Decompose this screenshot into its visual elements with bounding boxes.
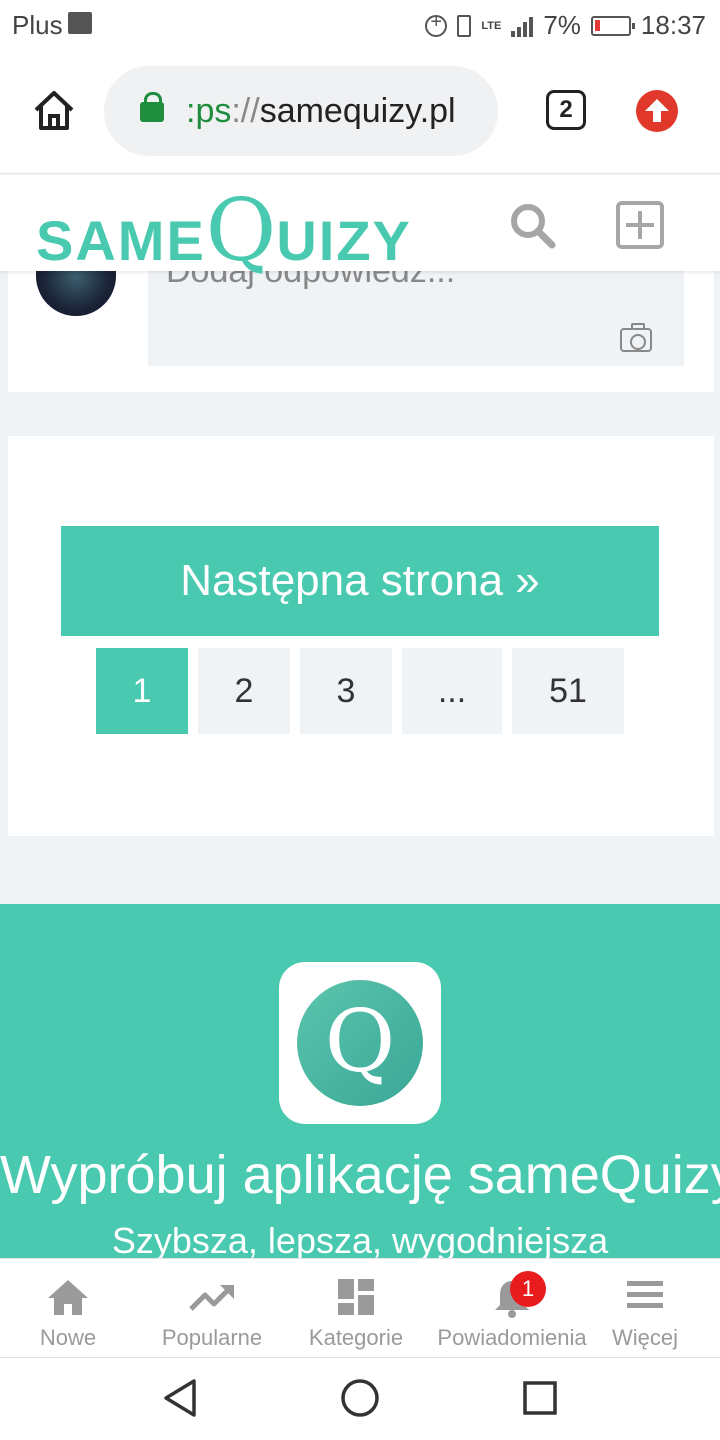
- arrow-up-icon: [645, 99, 669, 122]
- home-icon: [48, 1280, 88, 1315]
- home-circle-icon[interactable]: [341, 1379, 379, 1417]
- page-ellipsis: ...: [402, 648, 502, 734]
- page-button-2[interactable]: 2: [198, 648, 290, 734]
- battery-icon: [590, 15, 635, 36]
- pagination-card: Następna strona » 1 2 3 ... 51: [8, 436, 714, 836]
- dashboard-icon: [338, 1279, 374, 1315]
- page-button-3[interactable]: 3: [300, 648, 392, 734]
- back-icon[interactable]: [164, 1379, 196, 1417]
- page-button-51[interactable]: 51: [512, 648, 624, 734]
- signal-icon: [511, 15, 534, 37]
- search-button[interactable]: [508, 201, 558, 251]
- trending-icon: [189, 1285, 234, 1311]
- battery-percent: 7%: [543, 10, 581, 40]
- update-button[interactable]: [636, 90, 678, 132]
- nav-item-kategorie[interactable]: Kategorie: [296, 1259, 416, 1359]
- status-bar: Plus LTE 7% 18:37: [0, 0, 720, 50]
- home-button[interactable]: [32, 88, 76, 132]
- system-navigation-bar: [0, 1358, 720, 1440]
- site-header: SAMEQUIZY: [0, 175, 720, 281]
- carrier-name: Plus: [12, 10, 63, 40]
- nav-item-powiadomienia[interactable]: 1 Powiadomienia: [428, 1259, 596, 1359]
- next-page-button[interactable]: Następna strona »: [61, 526, 659, 636]
- recents-icon[interactable]: [523, 1381, 557, 1415]
- camera-icon[interactable]: [620, 323, 652, 352]
- page-button-1[interactable]: 1: [96, 648, 188, 734]
- page-list: 1 2 3 ... 51: [96, 648, 624, 734]
- lock-icon: [140, 92, 164, 122]
- promo-subtitle: Szybsza, lepsza, wygodniejsza: [111, 1220, 609, 1258]
- image-notification-icon: [68, 12, 92, 34]
- add-quiz-button[interactable]: [616, 201, 664, 249]
- page: Plus LTE 7% 18:37 :ps://samequizy.pl 2: [0, 0, 720, 1440]
- samequizy-logo[interactable]: SAMEQUIZY: [36, 181, 412, 281]
- url-text: :ps://samequizy.pl: [186, 92, 456, 130]
- clock: 18:37: [640, 10, 706, 40]
- search-icon: [511, 204, 556, 249]
- app-logo-icon: Q: [279, 962, 441, 1124]
- status-icons: LTE 7% 18:37: [425, 10, 706, 41]
- vibrate-icon: [457, 14, 472, 37]
- data-saver-icon: [425, 11, 448, 37]
- notification-badge: 1: [510, 1271, 546, 1307]
- browser-toolbar: :ps://samequizy.pl 2: [0, 50, 720, 174]
- promo-title: Wypróbuj aplikację sameQuizy: [0, 1145, 720, 1205]
- comment-input[interactable]: Dodaj odpowiedź...: [148, 252, 684, 366]
- menu-icon: [627, 1281, 663, 1308]
- address-bar[interactable]: :ps://samequizy.pl: [104, 66, 498, 156]
- bottom-navigation: Nowe Popularne Kategorie 1 Powiadomienia…: [0, 1258, 720, 1358]
- nav-item-popularne[interactable]: Popularne: [148, 1259, 276, 1359]
- tab-switcher-button[interactable]: 2: [546, 90, 586, 130]
- network-type: LTE: [481, 19, 502, 32]
- app-promo-banner[interactable]: Q Wypróbuj aplikację sameQuizy Szybsza, …: [0, 904, 720, 1258]
- nav-item-wiecej[interactable]: Więcej: [600, 1259, 690, 1359]
- nav-item-nowe[interactable]: Nowe: [8, 1259, 128, 1359]
- comment-section: Dodaj odpowiedź...: [8, 252, 714, 392]
- home-outline-icon: [34, 91, 74, 130]
